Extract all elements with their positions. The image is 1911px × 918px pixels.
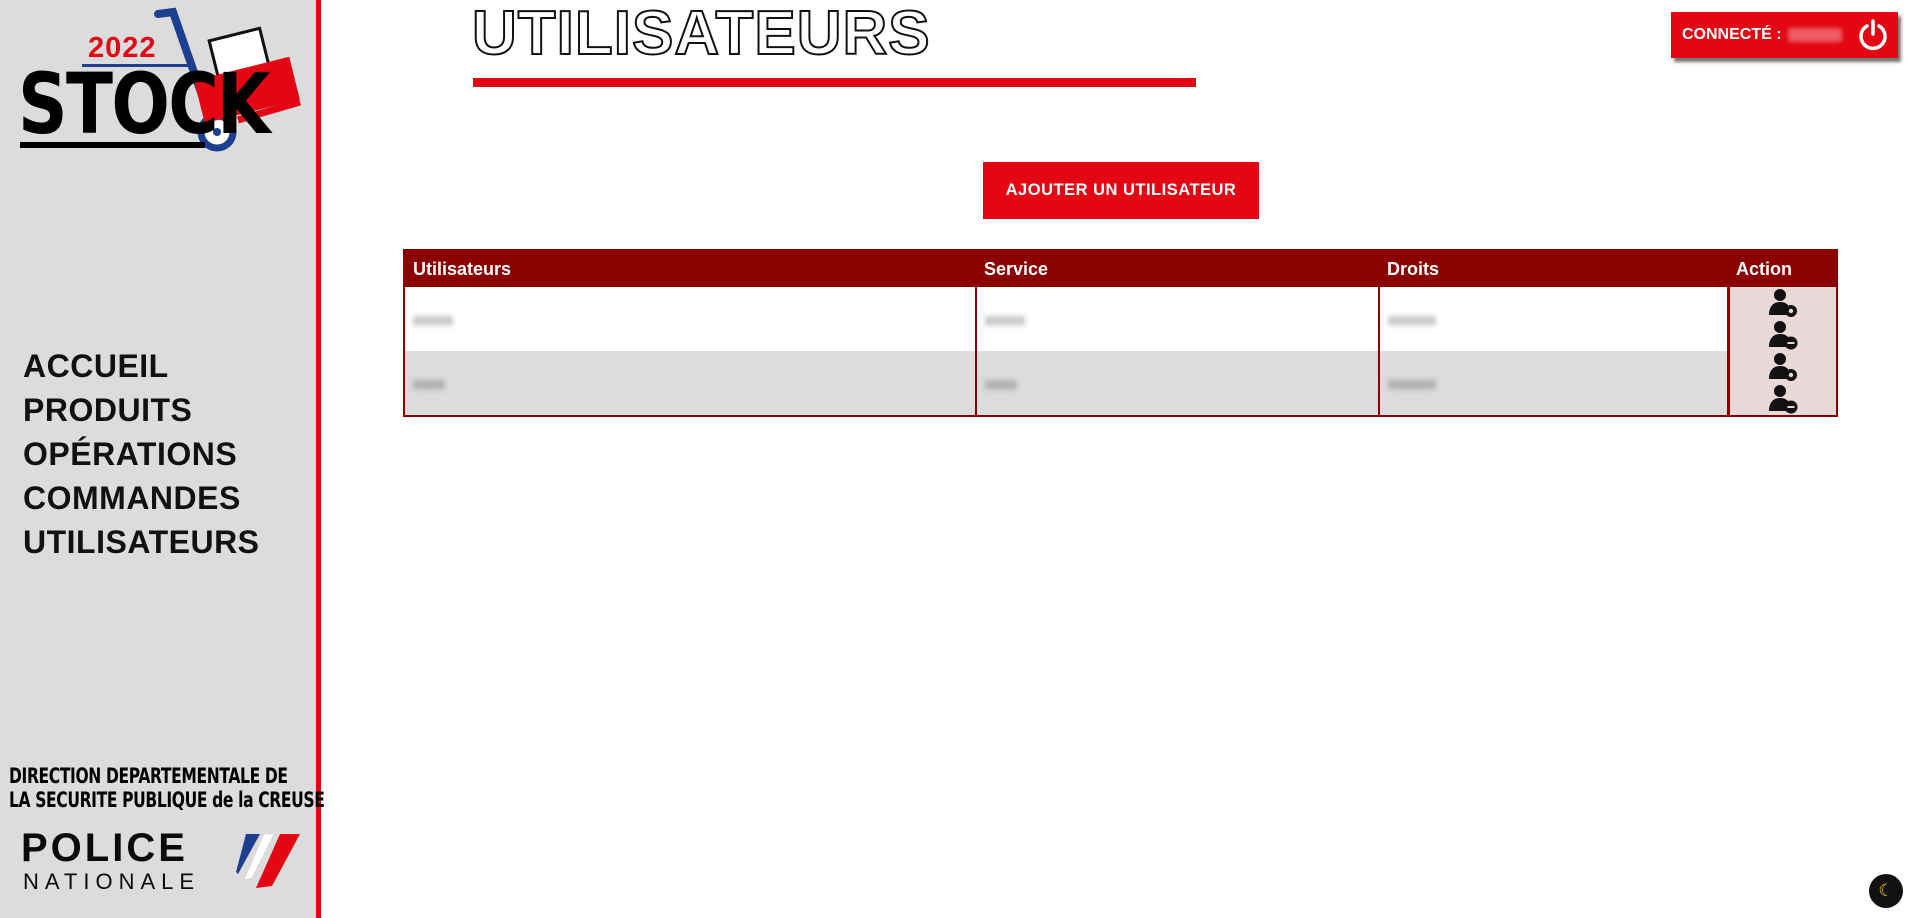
rights-cell: xxxxxx xyxy=(1379,287,1729,351)
page-title: UTILISATEURS xyxy=(471,0,931,69)
user-service: xxxx xyxy=(985,375,1017,393)
session-username xyxy=(1787,28,1842,42)
session-indicator: CONNECTÉ : xyxy=(1671,12,1898,58)
user-settings-icon[interactable] xyxy=(1767,287,1799,319)
service-cell: xxxx xyxy=(976,351,1380,416)
user-name: xxxx xyxy=(413,375,445,393)
table-row: xxxx xxxx xxxxxx xyxy=(404,351,1837,416)
police-logo-word: POLICE xyxy=(21,826,188,870)
user-name: xxxxx xyxy=(413,311,453,329)
column-header-action: Action xyxy=(1728,250,1837,287)
users-table: Utilisateurs Service Droits Action xxxxx… xyxy=(403,249,1838,417)
action-cell xyxy=(1726,351,1837,416)
direction-text: DIRECTION DEPARTEMENTALE DE LA SECURITE … xyxy=(9,764,325,812)
stock-2022-logo[interactable]: 2022 STOCK xyxy=(8,6,308,156)
title-underline xyxy=(473,78,1196,87)
nationale-logo-word: NATIONALE xyxy=(23,869,201,894)
user-remove-icon[interactable] xyxy=(1767,383,1799,415)
session-label: CONNECTÉ : xyxy=(1682,26,1782,43)
nav-item-commandes[interactable]: COMMANDES xyxy=(23,476,260,520)
logo-word: STOCK xyxy=(18,55,271,153)
power-icon[interactable] xyxy=(1856,18,1890,52)
user-cell: xxxx xyxy=(404,351,977,416)
column-header-service[interactable]: Service xyxy=(976,250,1379,287)
rights-cell: xxxxxx xyxy=(1379,351,1729,416)
logo-underline xyxy=(20,142,205,148)
tricolor-flag-icon xyxy=(236,834,300,888)
add-user-button[interactable]: AJOUTER UN UTILISATEUR xyxy=(983,162,1259,219)
user-service: xxxxx xyxy=(985,311,1025,329)
service-cell: xxxxx xyxy=(976,287,1380,351)
direction-line-2: LA SECURITE PUBLIQUE de la CREUSE xyxy=(9,788,325,812)
column-header-utilisateurs[interactable]: Utilisateurs xyxy=(404,250,976,287)
table-row: xxxxx xxxxx xxxxxx xyxy=(404,287,1837,351)
user-settings-icon[interactable] xyxy=(1767,351,1799,383)
sidebar: 2022 STOCK ACCUEIL PRODUITS OPÉRATIONS C… xyxy=(0,0,325,918)
moon-icon[interactable]: ☾ xyxy=(1869,874,1903,908)
table-header-row: Utilisateurs Service Droits Action xyxy=(404,250,1837,287)
user-remove-icon[interactable] xyxy=(1767,319,1799,351)
user-rights: xxxxxx xyxy=(1388,375,1436,393)
user-rights: xxxxxx xyxy=(1388,311,1436,329)
user-cell: xxxxx xyxy=(404,287,977,351)
action-cell xyxy=(1726,287,1837,351)
nav-item-utilisateurs[interactable]: UTILISATEURS xyxy=(23,520,260,564)
nav-item-accueil[interactable]: ACCUEIL xyxy=(23,344,260,388)
column-header-droits[interactable]: Droits xyxy=(1379,250,1728,287)
nav-item-produits[interactable]: PRODUITS xyxy=(23,388,260,432)
main-nav: ACCUEIL PRODUITS OPÉRATIONS COMMANDES UT… xyxy=(23,344,260,564)
direction-line-1: DIRECTION DEPARTEMENTALE DE xyxy=(9,764,288,788)
nav-item-operations[interactable]: OPÉRATIONS xyxy=(23,432,260,476)
